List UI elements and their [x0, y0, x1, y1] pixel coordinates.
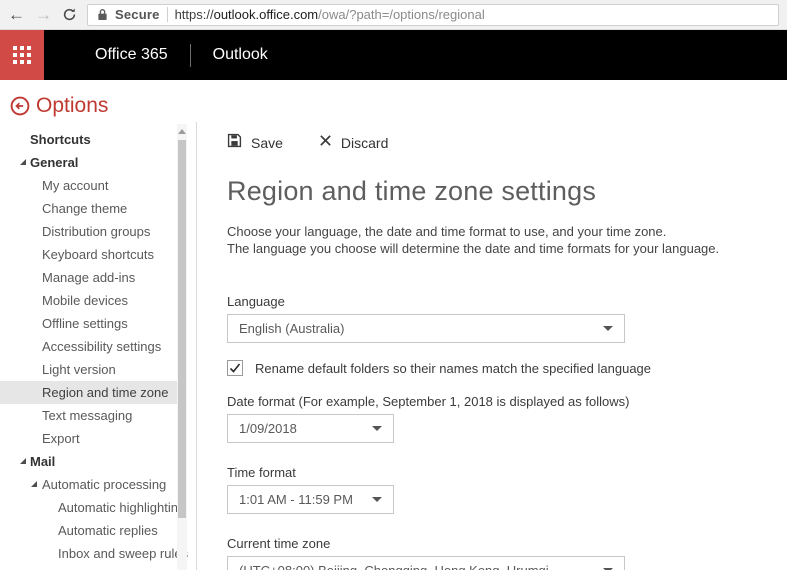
waffle-icon [13, 46, 31, 64]
outlook-app-name[interactable]: Outlook [213, 46, 268, 64]
sidebar-item-label: Distribution groups [42, 224, 150, 239]
timezone-label: Current time zone [227, 536, 787, 551]
description-line2: The language you choose will determine t… [227, 240, 787, 257]
chevron-down-icon [372, 497, 382, 502]
date-format-field: Date format (For example, September 1, 2… [227, 394, 787, 443]
sidebar-item-light-version[interactable]: Light version [0, 358, 177, 381]
sidebar-item-change-theme[interactable]: Change theme [0, 197, 177, 220]
save-icon [227, 133, 242, 153]
sidebar-item-label: My account [42, 178, 108, 193]
content-row: Shortcuts General My account Change theme Di… [0, 122, 787, 570]
date-format-dropdown[interactable]: 1/09/2018 [227, 414, 394, 443]
sidebar-item-mobile-devices[interactable]: Mobile devices [0, 289, 177, 312]
sidebar-item-label: Shortcuts [30, 132, 91, 147]
browser-reload-icon[interactable] [62, 7, 77, 22]
office365-top-bar: Office 365 Outlook [0, 30, 787, 80]
language-label: Language [227, 294, 787, 309]
sidebar-item-label: Light version [42, 362, 116, 377]
timezone-dropdown[interactable]: (UTC+08:00) Beijing, Chongqing, Hong Kon… [227, 556, 625, 570]
chevron-down-icon [603, 326, 613, 331]
discard-button[interactable]: Discard [319, 134, 388, 152]
sidebar-item-my-account[interactable]: My account [0, 174, 177, 197]
sidebar-item-region-and-time-zone[interactable]: Region and time zone [0, 381, 177, 404]
timezone-field: Current time zone (UTC+08:00) Beijing, C… [227, 536, 787, 570]
rename-folders-checkbox[interactable] [227, 360, 243, 376]
browser-chrome: ← → Secure https://outlook.office.com/ow… [0, 0, 787, 30]
url-text: https://outlook.office.com/owa/?path=/op… [175, 7, 485, 22]
sidebar-item-mail[interactable]: Mail [0, 450, 177, 473]
padlock-icon [97, 8, 108, 21]
sidebar-item-automatic-processing[interactable]: Automatic processing [0, 473, 177, 496]
sidebar-item-label: Export [42, 431, 80, 446]
close-icon [319, 134, 332, 152]
browser-back-icon[interactable]: ← [8, 6, 25, 23]
expanded-triangle-icon[interactable] [31, 481, 37, 487]
language-dropdown[interactable]: English (Australia) [227, 314, 625, 343]
save-button[interactable]: Save [227, 133, 283, 153]
sidebar-item-label: Mail [30, 454, 55, 469]
sidebar-item-label: Automatic processing [42, 477, 166, 492]
time-format-dropdown[interactable]: 1:01 AM - 11:59 PM [227, 485, 394, 514]
language-field: Language English (Australia) [227, 294, 787, 343]
sidebar-item-automatic-highlighting[interactable]: Automatic highlighting [0, 496, 177, 519]
sidebar-item-accessibility-settings[interactable]: Accessibility settings [0, 335, 177, 358]
page-title: Region and time zone settings [227, 176, 787, 207]
command-bar: Save Discard [227, 134, 787, 152]
scroll-up-icon[interactable] [178, 129, 186, 134]
options-header: Options [0, 80, 787, 122]
sidebar-item-general[interactable]: General [0, 151, 177, 174]
checkmark-icon [229, 362, 241, 374]
rename-folders-label: Rename default folders so their names ma… [255, 361, 651, 376]
sidebar-item-label: General [30, 155, 78, 170]
scrollbar-thumb[interactable] [178, 140, 186, 518]
expanded-triangle-icon[interactable] [20, 458, 26, 464]
sidebar-item-label: Offline settings [42, 316, 128, 331]
settings-main-pane: Save Discard Region and time zone settin… [197, 122, 787, 570]
date-format-label: Date format (For example, September 1, 2… [227, 394, 787, 409]
sidebar-nav-list: Shortcuts General My account Change theme Di… [0, 128, 196, 570]
sidebar-item-label: Automatic highlighting [58, 500, 185, 515]
app-launcher-button[interactable] [0, 30, 44, 80]
time-format-label: Time format [227, 465, 787, 480]
sidebar-item-shortcuts[interactable]: Shortcuts [0, 128, 177, 151]
sidebar-item-label: Region and time zone [42, 385, 168, 400]
chevron-down-icon [372, 426, 382, 431]
sidebar-item-label: Inbox and sweep rules [58, 546, 188, 561]
browser-forward-icon[interactable]: → [35, 6, 52, 23]
sidebar-item-label: Manage add-ins [42, 270, 135, 285]
sidebar-item-junk-email-reporting[interactable]: Junk email reporting [0, 565, 177, 570]
sidebar-item-keyboard-shortcuts[interactable]: Keyboard shortcuts [0, 243, 177, 266]
sidebar-item-label: Keyboard shortcuts [42, 247, 154, 262]
sidebar-item-inbox-and-sweep-rules[interactable]: Inbox and sweep rules [0, 542, 177, 565]
time-format-field: Time format 1:01 AM - 11:59 PM [227, 465, 787, 514]
sidebar-item-label: Change theme [42, 201, 127, 216]
options-title: Options [36, 94, 108, 118]
sidebar-item-manage-add-ins[interactable]: Manage add-ins [0, 266, 177, 289]
sidebar-item-label: Mobile devices [42, 293, 128, 308]
sidebar-item-label: Text messaging [42, 408, 132, 423]
sidebar-item-text-messaging[interactable]: Text messaging [0, 404, 177, 427]
office365-brand[interactable]: Office 365 [95, 46, 168, 64]
sidebar-item-export[interactable]: Export [0, 427, 177, 450]
top-bar-divider [190, 44, 191, 67]
expanded-triangle-icon[interactable] [20, 159, 26, 165]
url-divider [167, 7, 168, 22]
options-sidebar: Shortcuts General My account Change theme Di… [0, 122, 197, 570]
sidebar-item-distribution-groups[interactable]: Distribution groups [0, 220, 177, 243]
page-description: Choose your language, the date and time … [227, 223, 787, 257]
address-bar[interactable]: Secure https://outlook.office.com/owa/?p… [87, 4, 779, 26]
rename-folders-row: Rename default folders so their names ma… [227, 360, 787, 376]
sidebar-item-automatic-replies[interactable]: Automatic replies [0, 519, 177, 542]
sidebar-scrollbar[interactable] [177, 124, 187, 570]
sidebar-item-label: Accessibility settings [42, 339, 161, 354]
sidebar-item-label: Automatic replies [58, 523, 158, 538]
sidebar-item-offline-settings[interactable]: Offline settings [0, 312, 177, 335]
secure-label: Secure [115, 7, 160, 22]
description-line1: Choose your language, the date and time … [227, 223, 787, 240]
back-arrow-icon[interactable] [10, 96, 30, 116]
